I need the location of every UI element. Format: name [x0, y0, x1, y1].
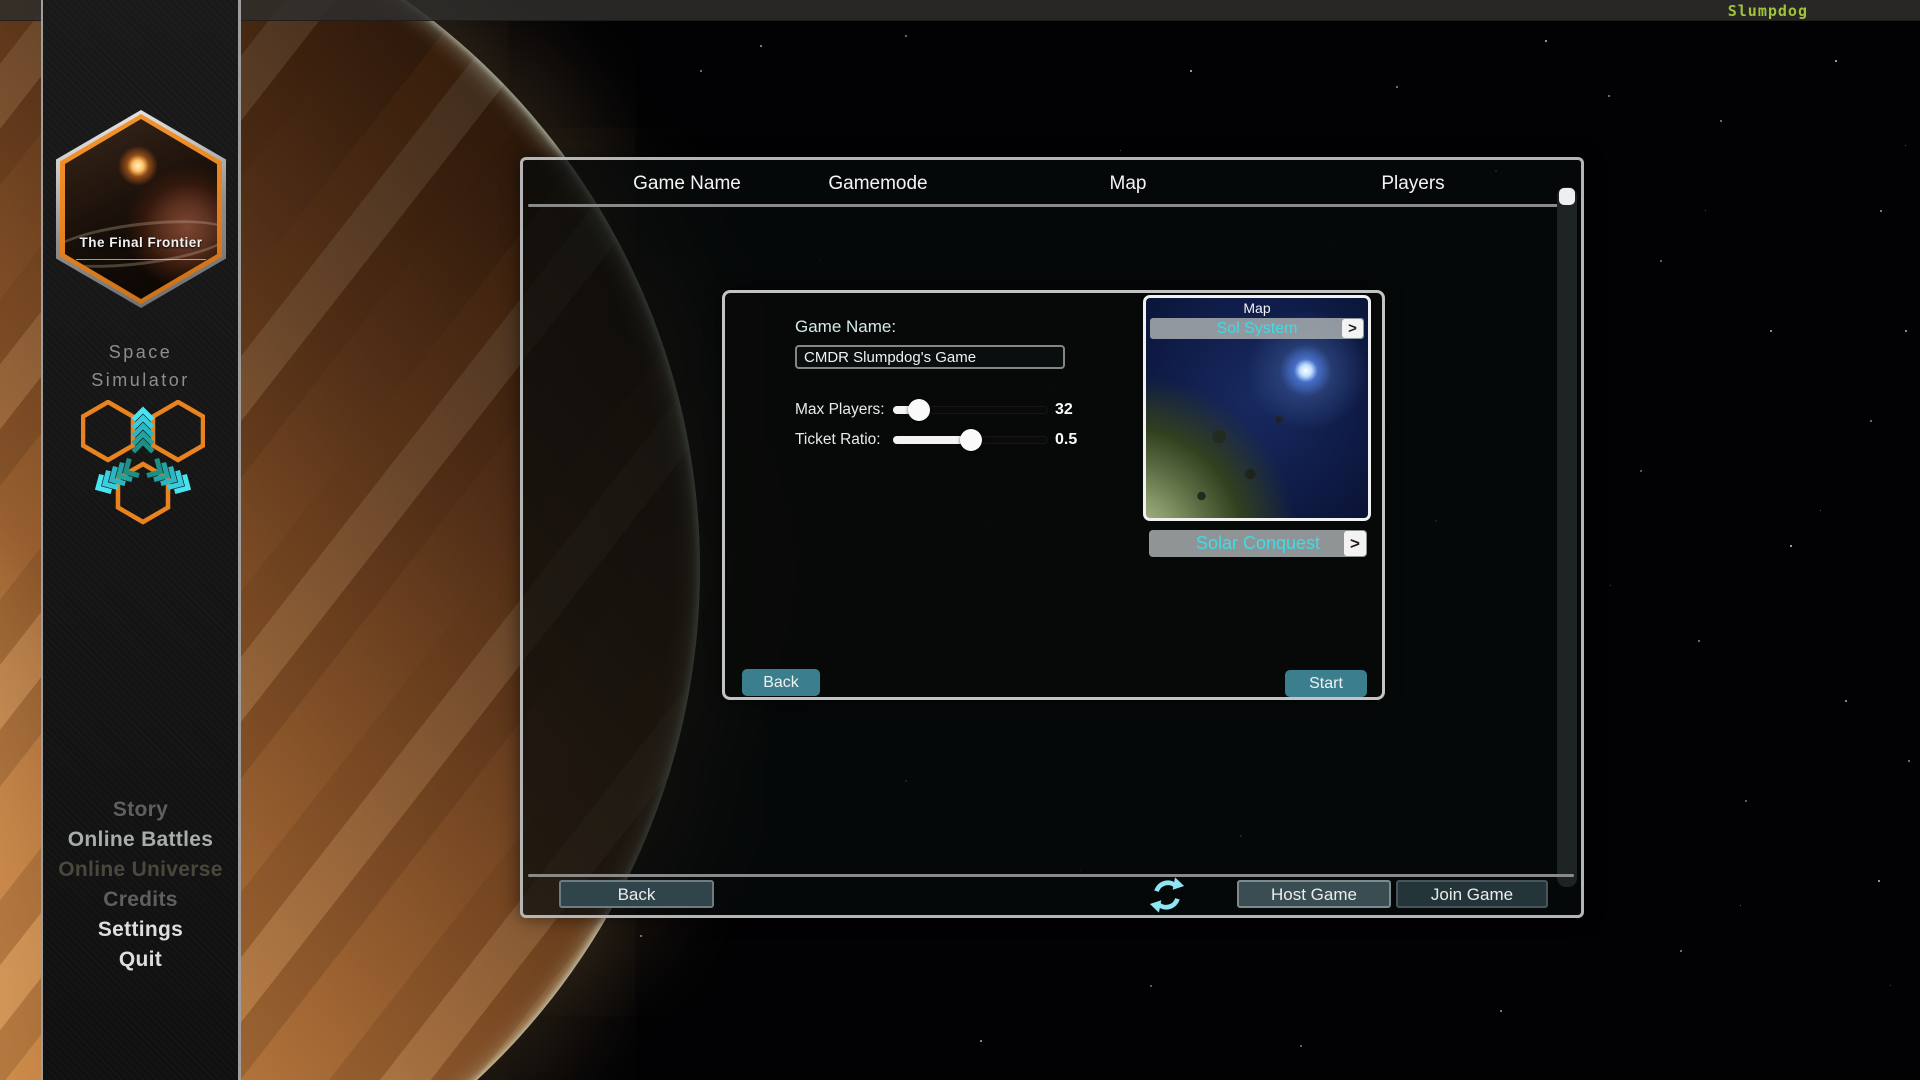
- game-name-label: Game Name:: [795, 317, 896, 337]
- main-menu-sidebar: The Final Frontier Space Simulator: [41, 0, 241, 1080]
- server-browser-panel: Game Name Gamemode Map Players Back Host…: [520, 157, 1584, 918]
- start-button[interactable]: Start: [1285, 670, 1367, 697]
- logo-title: The Final Frontier: [56, 235, 226, 250]
- max-players-slider[interactable]: [893, 397, 1048, 423]
- hex-cluster-icon: [81, 400, 205, 526]
- menu-item-online-universe[interactable]: Online Universe: [43, 855, 238, 885]
- map-preview: Map Sol System >: [1143, 295, 1371, 521]
- scrollbar-thumb[interactable]: [1559, 188, 1575, 205]
- ticket-ratio-slider[interactable]: [893, 427, 1048, 453]
- menu-item-quit[interactable]: Quit: [43, 945, 238, 975]
- logo-underline: [76, 259, 205, 260]
- map-panel-title: Map: [1146, 300, 1368, 316]
- gamemode-selector[interactable]: Solar Conquest >: [1149, 530, 1367, 557]
- column-header-gamemode: Gamemode: [828, 173, 927, 195]
- host-game-button[interactable]: Host Game: [1237, 880, 1391, 908]
- column-header-game-name: Game Name: [633, 173, 741, 195]
- dialog-back-button[interactable]: Back: [742, 669, 820, 696]
- column-header-players: Players: [1381, 173, 1444, 195]
- menu-item-story[interactable]: Story: [43, 795, 238, 825]
- game-logo: The Final Frontier: [56, 110, 226, 308]
- top-status-bar: Slumpdog: [0, 0, 1920, 21]
- max-players-row: Max Players: 32: [795, 397, 1195, 423]
- menu-item-settings[interactable]: Settings: [43, 915, 238, 945]
- menu-item-online-battles[interactable]: Online Battles: [43, 825, 238, 855]
- max-players-value: 32: [1055, 401, 1073, 419]
- subtitle-simulator: Simulator: [43, 370, 238, 391]
- map-selector[interactable]: Sol System >: [1150, 318, 1364, 339]
- slider-fill: [893, 436, 971, 444]
- subtitle-space: Space: [43, 342, 238, 363]
- logged-in-username: Slumpdog: [1728, 2, 1808, 20]
- host-game-dialog: Game Name: Max Players: 32 Ticket Ratio:: [722, 290, 1385, 700]
- next-gamemode-icon[interactable]: >: [1344, 531, 1366, 556]
- back-button[interactable]: Back: [559, 880, 714, 908]
- selected-map-name: Sol System: [1150, 318, 1364, 339]
- server-list-scrollbar[interactable]: [1557, 187, 1577, 887]
- selected-gamemode-name: Solar Conquest: [1149, 530, 1367, 557]
- menu-item-credits[interactable]: Credits: [43, 885, 238, 915]
- ticket-ratio-row: Ticket Ratio: 0.5: [795, 427, 1195, 453]
- column-header-map: Map: [1110, 173, 1147, 195]
- game-screen: Slumpdog The Final Frontier Space Simula…: [0, 0, 1920, 1080]
- header-divider: [528, 204, 1574, 207]
- max-players-label: Max Players:: [795, 401, 885, 419]
- next-map-icon[interactable]: >: [1342, 319, 1363, 338]
- slider-handle[interactable]: [908, 399, 930, 421]
- game-name-input[interactable]: [795, 345, 1065, 369]
- ticket-ratio-label: Ticket Ratio:: [795, 431, 881, 449]
- ticket-ratio-value: 0.5: [1055, 431, 1077, 449]
- slider-handle[interactable]: [960, 429, 982, 451]
- main-menu: Story Online Battles Online Universe Cre…: [43, 795, 238, 975]
- footer-divider: [528, 874, 1574, 877]
- refresh-icon[interactable]: [1148, 876, 1186, 914]
- join-game-button[interactable]: Join Game: [1396, 880, 1548, 908]
